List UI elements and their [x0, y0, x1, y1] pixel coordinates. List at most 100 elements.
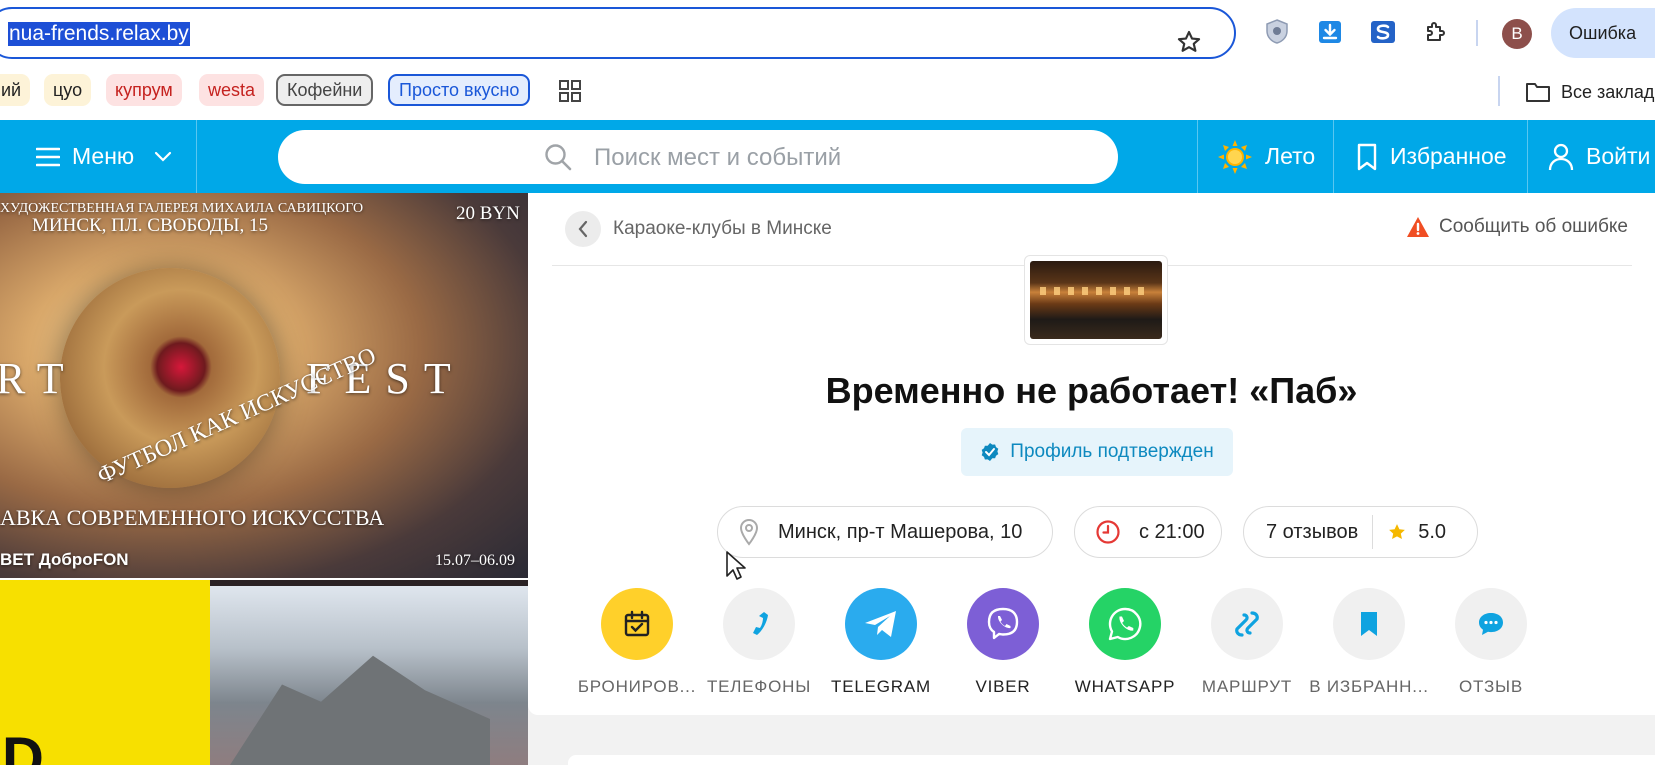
menu-button[interactable]: Меню	[36, 120, 172, 193]
reviews-chip[interactable]: 7 отзывов 5.0	[1243, 506, 1478, 558]
bookmarks-separator	[1498, 76, 1500, 106]
favorites-link[interactable]: Избранное	[1356, 120, 1507, 193]
login-link[interactable]: Войти	[1548, 120, 1650, 193]
address-chip[interactable]: Минск, пр-т Машерова, 10	[717, 506, 1053, 558]
toolbar-separator	[1476, 20, 1478, 46]
banner-price-text: 20 BYN	[456, 203, 520, 224]
action-label: ТЕЛЕФОНЫ	[706, 677, 812, 696]
bookmark-icon	[1333, 588, 1405, 660]
mouse-cursor-icon	[726, 551, 746, 580]
breadcrumb[interactable]: Караоке-клубы в Минске	[613, 218, 832, 240]
apps-grid-icon[interactable]	[558, 79, 582, 103]
promo-banner[interactable]: D	[0, 580, 528, 765]
add-to-favorites-button[interactable]: В ИЗБРАНН...	[1305, 588, 1433, 697]
bookmark-item[interactable]: Кофейни	[276, 74, 374, 106]
hours-text: с 21:00	[1139, 520, 1205, 543]
bookmark-item[interactable]: цуо	[44, 74, 92, 106]
calendar-check-icon	[601, 588, 673, 660]
whatsapp-button[interactable]: WHATSAPP	[1061, 588, 1189, 697]
error-button[interactable]: Ошибка	[1551, 8, 1655, 58]
phones-button[interactable]: ТЕЛЕФОНЫ	[695, 588, 823, 697]
profile-avatar[interactable]: B	[1502, 19, 1532, 49]
favorites-label: Избранное	[1390, 143, 1507, 169]
review-button[interactable]: ОТЗЫВ	[1427, 588, 1555, 697]
header-separator	[1197, 120, 1198, 193]
viber-icon	[967, 588, 1039, 660]
banner-dates-text: 15.07–06.09	[435, 552, 515, 569]
comment-icon	[1455, 588, 1527, 660]
action-label: В ИЗБРАНН...	[1309, 677, 1429, 696]
place-card: Караоке-клубы в Минске Сообщить об ошибк…	[528, 193, 1655, 715]
main-content: Караоке-клубы в Минске Сообщить об ошибк…	[528, 193, 1655, 765]
phone-icon	[723, 588, 795, 660]
shield-extension-icon[interactable]	[1263, 18, 1291, 46]
bookmark-item[interactable]: Просто вкусно	[388, 74, 531, 106]
report-error-label: Сообщить об ошибке	[1439, 216, 1628, 237]
bookmark-item[interactable]: westa	[199, 74, 265, 106]
viber-button[interactable]: VIBER	[939, 588, 1067, 697]
action-label: VIBER	[975, 677, 1031, 696]
login-label: Войти	[1586, 143, 1651, 169]
menu-label: Меню	[72, 143, 135, 169]
site-header: Меню Поиск мест и событий Лето Избранное…	[0, 120, 1655, 193]
all-bookmarks-folder[interactable]: Все заклад	[1525, 76, 1654, 108]
back-button[interactable]	[565, 211, 601, 247]
action-label: ОТЗЫВ	[1458, 677, 1524, 696]
place-photo[interactable]	[1024, 255, 1168, 345]
action-label: БРОНИРОВ...	[577, 677, 697, 696]
page-title: Временно не работает! «Паб»	[825, 370, 1358, 411]
verified-label: Профиль подтвержден	[1010, 441, 1214, 462]
s-extension-icon[interactable]	[1369, 18, 1397, 46]
search-icon	[545, 144, 572, 171]
reviews-count: 7 отзывов	[1266, 520, 1359, 543]
verified-check-icon	[981, 443, 999, 461]
verified-badge: Профиль подтвержден	[961, 428, 1233, 476]
banner-letter: D	[2, 726, 44, 765]
action-label: WHATSAPP	[1074, 677, 1176, 696]
user-icon	[1548, 143, 1574, 170]
chip-separator	[1372, 515, 1374, 549]
route-icon	[1211, 588, 1283, 660]
action-label: МАРШРУТ	[1201, 677, 1293, 696]
bookmark-item[interactable]: ий	[0, 74, 31, 106]
next-section-card	[568, 755, 1655, 765]
address-bar[interactable]: nua-frends.relax.by	[0, 7, 1236, 59]
bookmark-star-icon[interactable]	[1176, 29, 1202, 55]
browser-toolbar: nua-frends.relax.by B Ошибка	[0, 0, 1655, 64]
place-photo-image	[1030, 261, 1162, 339]
telegram-button[interactable]: TELEGRAM	[817, 588, 945, 697]
banner-exhibition-text: АВКА СОВРЕМЕННОГО ИСКУССТВА	[0, 505, 385, 530]
season-label: Лето	[1265, 143, 1316, 169]
url-text[interactable]: nua-frends.relax.by	[8, 22, 190, 46]
season-link[interactable]: Лето	[1217, 120, 1315, 193]
download-icon[interactable]	[1316, 18, 1344, 46]
booking-button[interactable]: БРОНИРОВ...	[573, 588, 701, 697]
bookmark-item[interactable]: купрум	[106, 74, 182, 106]
location-pin-icon	[739, 518, 759, 546]
hamburger-icon	[36, 147, 60, 166]
artfest-banner[interactable]: ХУДОЖЕСТВЕННАЯ ГАЛЕРЕЯ МИХАИЛА САВИЦКОГО…	[0, 193, 528, 578]
bookmarks-bar: ий цуо купрум westa Кофейни Просто вкусн…	[0, 64, 1655, 120]
star-icon	[1389, 524, 1406, 540]
folder-icon	[1526, 83, 1550, 102]
action-buttons: БРОНИРОВ... ТЕЛЕФОНЫ TELEGRAM VIBER WHAT…	[573, 588, 1643, 698]
banner-sponsors-text: BET ДоброFON	[0, 550, 129, 569]
hours-chip[interactable]: с 21:00	[1074, 506, 1222, 558]
search-input[interactable]: Поиск мест и событий	[278, 130, 1118, 184]
header-separator	[196, 120, 197, 193]
header-separator	[1527, 120, 1528, 193]
warning-icon	[1407, 217, 1429, 237]
route-button[interactable]: МАРШРУТ	[1183, 588, 1311, 697]
puzzle-extensions-icon[interactable]	[1422, 18, 1450, 46]
report-error-link[interactable]: Сообщить об ошибке	[1406, 216, 1628, 238]
rating-value: 5.0	[1418, 520, 1447, 543]
header-separator	[1333, 120, 1334, 193]
clock-icon	[1096, 520, 1120, 544]
all-bookmarks-label: Все заклад	[1561, 81, 1655, 102]
chevron-left-icon	[578, 220, 588, 238]
address-text: Минск, пр-т Машерова, 10	[778, 520, 1023, 543]
telegram-icon	[845, 588, 917, 660]
chevron-down-icon	[155, 151, 172, 162]
banner-address-text: МИНСК, ПЛ. СВОБОДЫ, 15	[32, 215, 268, 236]
rating: 5.0	[1388, 521, 1446, 544]
